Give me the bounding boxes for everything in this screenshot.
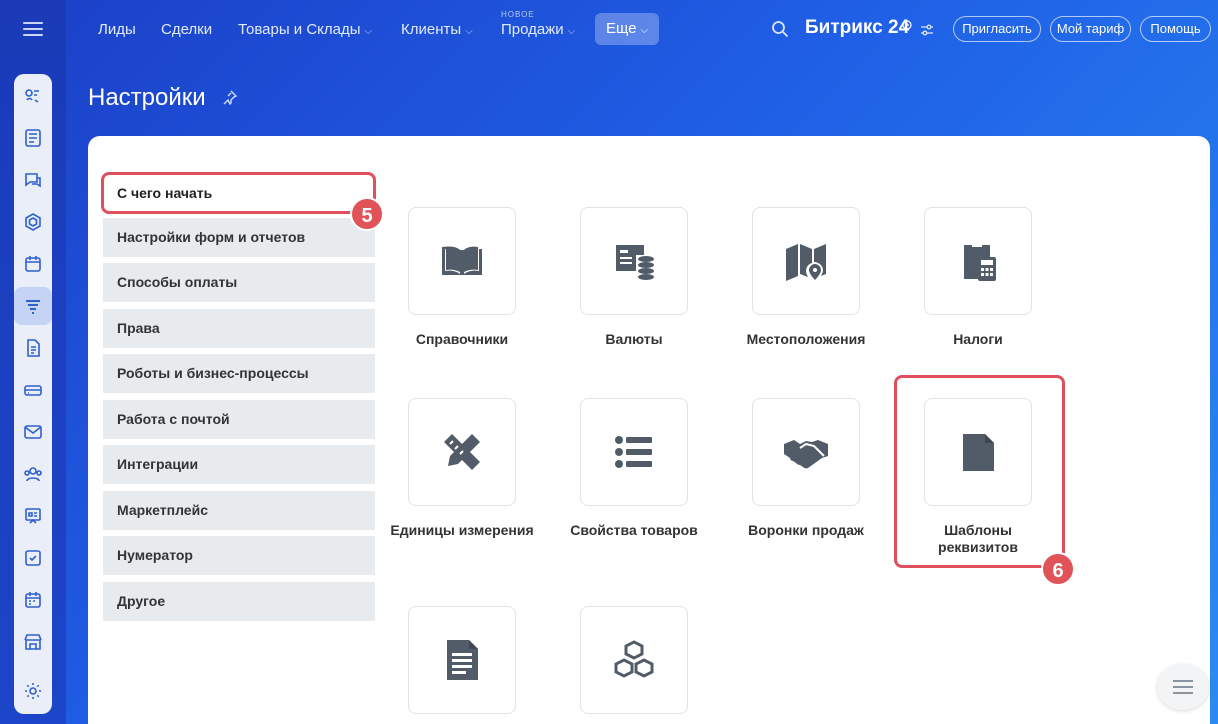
tile-label: Единицы измерения	[390, 522, 534, 538]
shop-icon	[24, 634, 42, 650]
schedule-icon	[25, 592, 41, 608]
more-button[interactable]: Еще ⌵	[595, 13, 659, 45]
news-icon	[25, 129, 41, 147]
menu-item-robots[interactable]: Роботы и бизнес-процессы	[103, 354, 375, 393]
tile-modules[interactable]	[580, 606, 688, 714]
menu-item-payment-methods[interactable]: Способы оплаты	[103, 263, 375, 302]
menu-item-getting-started[interactable]: С чего начать	[101, 172, 376, 214]
sliders-icon[interactable]	[920, 24, 934, 36]
tile-sales-funnels[interactable]	[752, 398, 860, 506]
rail-item-schedule[interactable]	[14, 581, 52, 619]
currency-icon	[616, 245, 654, 280]
rail-item-tasks[interactable]	[14, 119, 52, 157]
chevron-down-icon: ⌵	[364, 26, 373, 37]
tile-product-properties[interactable]	[580, 398, 688, 506]
rail-item-settings[interactable]	[14, 672, 52, 710]
calendar-icon	[25, 256, 41, 272]
highlight-frame	[894, 375, 1065, 568]
rail-item-docs[interactable]	[14, 329, 52, 367]
invite-button[interactable]: Пригласить	[953, 16, 1041, 42]
nav-clients[interactable]: Клиенты ⌵	[401, 14, 473, 46]
chevron-down-icon: ⌵	[567, 26, 576, 37]
pin-icon[interactable]	[222, 89, 238, 105]
menu-item-mail[interactable]: Работа с почтой	[103, 400, 375, 439]
nav-products[interactable]: Товары и Склады ⌵	[238, 14, 372, 46]
tile-document-templates[interactable]	[408, 606, 516, 714]
rail-item-calendar[interactable]	[14, 245, 52, 283]
tile-label: Свойства товаров	[570, 522, 698, 538]
tile-label: Валюты	[605, 331, 663, 347]
step-badge: 5	[350, 197, 384, 231]
tariff-button[interactable]: Мой тариф	[1050, 16, 1131, 42]
gear-icon	[25, 683, 41, 699]
tile-currencies[interactable]	[580, 207, 688, 315]
chevron-down-icon: ⌵	[465, 26, 473, 37]
menu-item-marketplace[interactable]: Маркетплейс	[103, 491, 375, 530]
rail-item-shop[interactable]	[14, 623, 52, 661]
nav-deals[interactable]: Сделки	[161, 14, 212, 46]
rail-item-feed[interactable]	[14, 77, 52, 115]
tile-label: Налоги	[953, 331, 1003, 347]
list-icon	[615, 436, 652, 468]
tile-locations[interactable]	[752, 207, 860, 315]
rail-item-sites[interactable]	[14, 497, 52, 535]
nav-leads[interactable]: Лиды	[98, 14, 136, 46]
menu-item-other[interactable]: Другое	[103, 582, 375, 621]
tile-label: Местоположения	[746, 331, 866, 347]
checkbox-icon	[25, 550, 41, 566]
menu-fab[interactable]	[1157, 664, 1209, 710]
nav-sales[interactable]: Продажи ⌵	[501, 14, 575, 46]
rail-item-tasks-check[interactable]	[14, 539, 52, 577]
help-button[interactable]: Помощь	[1140, 16, 1211, 42]
chevron-down-icon: ⌵	[640, 25, 649, 36]
menu-item-forms-reports[interactable]: Настройки форм и отчетов	[103, 218, 375, 257]
rail-item-chat[interactable]	[14, 161, 52, 199]
rail-item-groups[interactable]	[14, 203, 52, 241]
cubes-icon	[614, 640, 654, 678]
tile-taxes[interactable]	[924, 207, 1032, 315]
ruler-pencil-icon	[444, 434, 480, 470]
rail-item-mail[interactable]	[14, 413, 52, 451]
brand-logo[interactable]: Битрикс 24	[805, 17, 909, 39]
text-document-icon	[447, 640, 478, 680]
menu-icon[interactable]	[23, 22, 43, 36]
file-icon	[27, 339, 40, 357]
funnel-icon	[26, 300, 40, 314]
menu-item-rights[interactable]: Права	[103, 309, 375, 348]
chat-icon	[25, 173, 41, 188]
rail-item-store[interactable]	[14, 371, 52, 409]
menu-item-integrations[interactable]: Интеграции	[103, 445, 375, 484]
list-lines-icon	[1173, 680, 1193, 694]
clock-icon	[902, 20, 912, 30]
handshake-icon	[784, 440, 828, 469]
page-title: Настройки	[88, 84, 206, 111]
users-icon	[24, 467, 42, 482]
rail-item-crm[interactable]	[14, 287, 52, 325]
mail-icon	[24, 425, 42, 439]
step-badge: 6	[1041, 552, 1075, 586]
feed-icon	[25, 89, 39, 103]
map-icon	[786, 244, 826, 281]
presentation-icon	[25, 508, 41, 524]
top-bar: Лиды Сделки Товары и Склады ⌵ Клиенты ⌵ НО…	[66, 0, 1218, 58]
search-icon[interactable]	[771, 20, 789, 38]
menu-item-numerator[interactable]: Нумератор	[103, 536, 375, 575]
tile-label: Справочники	[415, 331, 509, 347]
tax-calculator-icon	[964, 242, 996, 281]
rail-item-contacts[interactable]	[14, 455, 52, 493]
tile-directories[interactable]	[408, 207, 516, 315]
hexagon-icon	[25, 213, 41, 231]
tile-units[interactable]	[408, 398, 516, 506]
book-icon	[442, 246, 482, 275]
drive-icon	[24, 385, 42, 396]
tile-label: Воронки продаж	[748, 522, 864, 538]
